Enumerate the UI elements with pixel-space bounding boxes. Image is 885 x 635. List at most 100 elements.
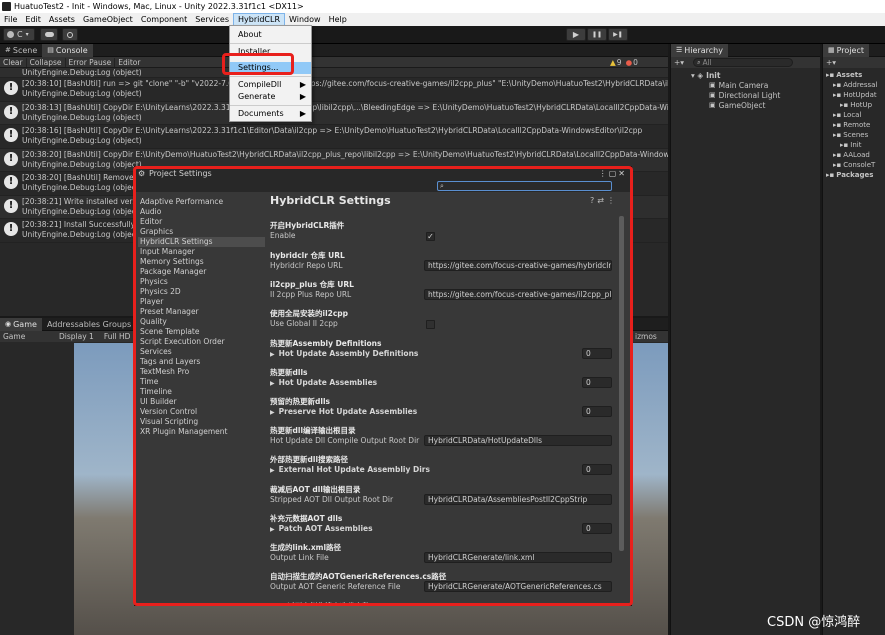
log-row[interactable]: ! [20:38:10] [BashUtil] run => git "clone… bbox=[0, 78, 668, 102]
highlight-settings-window bbox=[133, 166, 633, 606]
menu-services[interactable]: Services bbox=[191, 13, 233, 26]
window-title: HuatuoTest2 - Init - Windows, Mac, Linux… bbox=[14, 2, 304, 11]
folder-icon: ▸▪ bbox=[826, 71, 835, 79]
project-tree-item[interactable]: ▸▪ HotUpdat bbox=[823, 90, 885, 100]
menu-item-compiledll[interactable]: CompileDll ▶ bbox=[230, 79, 311, 91]
menubar: File Edit Assets GameObject Component Se… bbox=[0, 13, 885, 26]
game-view-dropdown[interactable]: Game bbox=[0, 332, 56, 341]
console-clear-button[interactable]: Clear bbox=[0, 58, 26, 67]
unity-app-icon bbox=[2, 2, 11, 11]
list-icon: ☰ bbox=[676, 45, 683, 54]
menu-edit[interactable]: Edit bbox=[21, 13, 45, 26]
project-tree-item[interactable]: ▸▪ HotUp bbox=[823, 100, 885, 110]
display-select[interactable]: Display 1 bbox=[56, 332, 97, 341]
menu-item-generate[interactable]: Generate ▶ bbox=[230, 91, 311, 103]
resolution-select[interactable]: Full HD bbox=[101, 332, 134, 341]
folder-icon: ▸▪ bbox=[833, 91, 842, 99]
folder-icon: ▸▪ bbox=[833, 111, 842, 119]
info-icon: ! bbox=[4, 128, 18, 142]
tab-addressables-groups[interactable]: Addressables Groups bbox=[42, 318, 136, 331]
log-row[interactable]: ! [20:38:16] [BashUtil] CopyDir E:\UnityL… bbox=[0, 125, 668, 149]
console-icon: ▤ bbox=[47, 45, 54, 54]
tab-console[interactable]: ▤ Console bbox=[42, 43, 93, 57]
window-titlebar: HuatuoTest2 - Init - Windows, Mac, Linux… bbox=[0, 0, 885, 13]
gameobject-icon: ▣ bbox=[709, 101, 716, 109]
info-icon: ! bbox=[4, 198, 18, 213]
search-icon: ⌕ bbox=[697, 58, 701, 66]
info-icon: ! bbox=[4, 81, 18, 95]
console-tabbar: # Scene ▤ Console bbox=[0, 43, 668, 57]
info-icon: ! bbox=[4, 222, 18, 236]
project-tree-item[interactable]: ▸▪ ConsoleT bbox=[823, 160, 885, 170]
tab-scene[interactable]: # Scene bbox=[0, 44, 42, 57]
hierarchy-add-button[interactable]: +▾ bbox=[671, 58, 687, 67]
cloud-button[interactable] bbox=[40, 28, 58, 41]
tab-game[interactable]: ◉ Game bbox=[0, 317, 42, 331]
folder-icon: ▸▪ bbox=[833, 81, 842, 89]
scene-icon: # bbox=[5, 45, 11, 54]
gameobject-icon: ▣ bbox=[709, 81, 716, 89]
tab-hierarchy[interactable]: ☰ Hierarchy bbox=[671, 43, 728, 57]
pause-button[interactable]: ❚❚ bbox=[587, 28, 607, 41]
project-tree-item[interactable]: ▸▪ Local bbox=[823, 110, 885, 120]
console-collapse-button[interactable]: Collapse bbox=[25, 57, 65, 67]
info-icon: ! bbox=[4, 175, 18, 189]
log-row[interactable]: UnityEngine.Debug:Log (object) bbox=[0, 68, 668, 78]
hierarchy-panel: ☰ Hierarchy +▾ ⌕ All ▾ ◈ Init ▣ Main Camera … bbox=[670, 43, 820, 635]
collab-button[interactable] bbox=[62, 28, 78, 41]
project-tree-item[interactable]: ▸▪ Scenes bbox=[823, 130, 885, 140]
menu-gameobject[interactable]: GameObject bbox=[79, 13, 137, 26]
menu-component[interactable]: Component bbox=[137, 13, 191, 26]
tab-project[interactable]: ▦ Project bbox=[823, 43, 869, 57]
menu-help[interactable]: Help bbox=[325, 13, 351, 26]
console-editor-dropdown[interactable]: Editor bbox=[114, 57, 143, 67]
folder-icon: ▸▪ bbox=[833, 121, 842, 129]
warning-icon: ▲ bbox=[610, 58, 616, 67]
project-tabbar: ▦ Project bbox=[823, 43, 885, 57]
gamepad-icon: ◉ bbox=[5, 319, 12, 328]
folder-icon: ▸▪ bbox=[833, 161, 842, 169]
menu-item-documents[interactable]: Documents ▶ bbox=[230, 108, 311, 120]
gameobject-icon: ▣ bbox=[709, 91, 716, 99]
account-button[interactable]: C ▾ bbox=[3, 28, 35, 41]
error-count[interactable]: 0 bbox=[633, 58, 638, 67]
folder-icon: ▦ bbox=[828, 45, 835, 54]
chevron-right-icon: ▶ bbox=[299, 92, 306, 101]
account-icon bbox=[7, 31, 14, 38]
project-panel: ▦ Project +▾ ▸▪ Assets ▸▪ Addressal ▸▪ HotUpda… bbox=[822, 43, 885, 635]
project-tree-item[interactable]: ▸▪ Assets bbox=[823, 70, 885, 80]
folder-icon: ▸▪ bbox=[833, 151, 842, 159]
gizmos-dropdown[interactable]: izmos bbox=[635, 332, 657, 341]
warning-count[interactable]: 9 bbox=[617, 58, 622, 67]
project-tree-item[interactable]: ▸▪ Packages bbox=[823, 170, 885, 180]
hierarchy-item[interactable]: ▣ GameObject bbox=[671, 100, 820, 110]
info-icon: ! bbox=[4, 104, 18, 119]
project-tree-item[interactable]: ▸▪ AALoad bbox=[823, 150, 885, 160]
folder-icon: ▸▪ bbox=[840, 141, 849, 149]
log-row[interactable]: ![20:38:13] [BashUtil] CopyDir E:\UnityL… bbox=[0, 101, 668, 125]
hierarchy-search-input[interactable]: ⌕ All bbox=[693, 58, 794, 67]
project-tree-item[interactable]: ▸▪ Init bbox=[823, 140, 885, 150]
cloud-icon bbox=[44, 32, 54, 37]
menu-item-about[interactable]: About bbox=[230, 29, 311, 41]
folder-icon: ▸▪ bbox=[833, 131, 842, 139]
hierarchy-item[interactable]: ▣ Main Camera bbox=[671, 80, 820, 90]
main-toolbar: C ▾ ▶ ❚❚ ▶❚ bbox=[0, 26, 885, 44]
hierarchy-item[interactable]: ▣ Directional Light bbox=[671, 90, 820, 100]
project-tree-item[interactable]: ▸▪ Remote bbox=[823, 120, 885, 130]
menu-file[interactable]: File bbox=[0, 13, 21, 26]
unity-scene-icon: ▾ ◈ bbox=[691, 70, 704, 80]
play-button[interactable]: ▶ bbox=[566, 28, 586, 41]
menu-assets[interactable]: Assets bbox=[45, 13, 79, 26]
step-button[interactable]: ▶❚ bbox=[608, 28, 628, 41]
project-tree-item[interactable]: ▸▪ Addressal bbox=[823, 80, 885, 90]
console-error-pause-button[interactable]: Error Pause bbox=[64, 57, 115, 67]
project-add-button[interactable]: +▾ bbox=[823, 57, 885, 68]
hierarchy-tabbar: ☰ Hierarchy bbox=[671, 43, 820, 57]
hierarchy-scene-root[interactable]: ▾ ◈ Init bbox=[671, 70, 820, 80]
hierarchy-tree: ▾ ◈ Init ▣ Main Camera ▣ Directional Light … bbox=[671, 68, 820, 110]
folder-icon: ▸▪ bbox=[840, 101, 849, 109]
info-icon: ! bbox=[4, 151, 18, 166]
chevron-right-icon: ▶ bbox=[299, 109, 306, 118]
folder-icon: ▸▪ bbox=[826, 171, 835, 179]
